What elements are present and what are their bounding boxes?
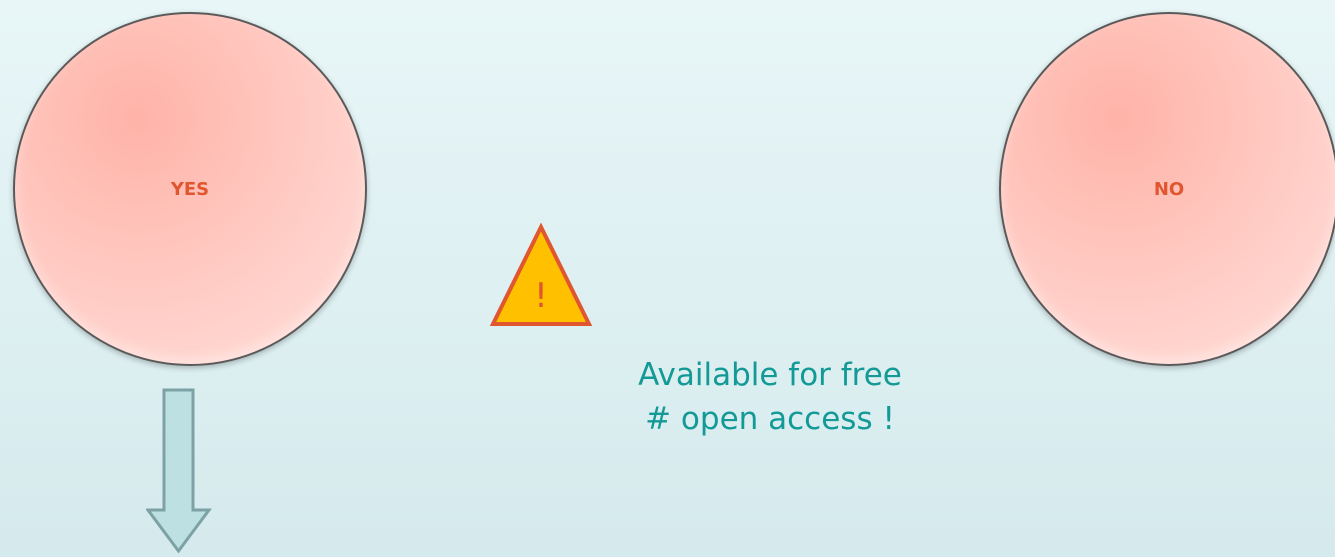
yes-label: YES [170,178,210,200]
warning-symbol: ! [534,276,548,316]
no-label: NO [1153,178,1185,200]
open-access-note: Available for free # open access ! [530,353,1010,441]
note-line-1: Available for free [638,357,902,393]
note-line-2: # open access ! [645,401,895,437]
no-option-circle[interactable]: NO [999,12,1335,366]
down-arrow-icon [146,388,212,554]
warning-triangle-icon: ! [489,223,593,326]
yes-option-circle[interactable]: YES [13,12,367,366]
